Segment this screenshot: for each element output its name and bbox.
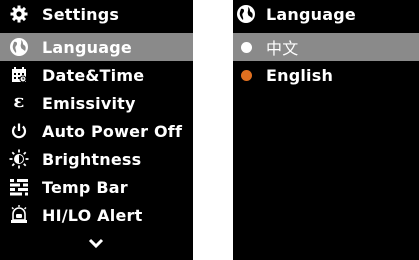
menu-item-date-time-label: Date&Time xyxy=(42,65,145,85)
globe-icon xyxy=(8,33,30,61)
menu-item-auto-power-off-label: Auto Power Off xyxy=(42,121,183,141)
menu-item-date-time[interactable]: Date&Time xyxy=(0,61,193,89)
chevron-down-icon[interactable] xyxy=(85,232,107,254)
menu-item-temp-bar[interactable]: Temp Bar xyxy=(0,173,193,201)
menu-item-language-label: Language xyxy=(42,37,132,57)
settings-title: Settings xyxy=(42,4,120,24)
language-option-chinese[interactable]: 中文 xyxy=(233,33,419,61)
menu-item-temp-bar-label: Temp Bar xyxy=(42,177,128,197)
menu-item-hi-lo-alert[interactable]: HI/LO Alert xyxy=(0,201,193,229)
unselected-dot-icon xyxy=(235,61,257,89)
language-title-row: Language xyxy=(233,0,419,28)
menu-item-hi-lo-alert-label: HI/LO Alert xyxy=(42,205,143,225)
language-option-english-label: English xyxy=(266,65,334,85)
menu-item-brightness-label: Brightness xyxy=(42,149,142,169)
menu-item-brightness[interactable]: Brightness xyxy=(0,145,193,173)
menu-item-auto-power-off[interactable]: Auto Power Off xyxy=(0,117,193,145)
calendar-icon xyxy=(8,61,30,89)
alarm-bell-icon xyxy=(8,201,30,229)
menu-item-emissivity-label: Emissivity xyxy=(42,93,136,113)
menu-item-emissivity[interactable]: ε Emissivity xyxy=(0,89,193,117)
brightness-icon xyxy=(8,145,30,173)
emissivity-icon: ε xyxy=(13,91,25,112)
language-option-chinese-label: 中文 xyxy=(266,39,299,58)
menu-item-language[interactable]: Language xyxy=(0,33,193,61)
language-title: Language xyxy=(266,4,356,24)
gear-icon xyxy=(8,0,30,28)
selected-dot-icon xyxy=(235,33,257,61)
settings-screen: Settings Language Date&Time ε Emissivity… xyxy=(0,0,193,260)
settings-title-row: Settings xyxy=(0,0,193,28)
language-screen: Language 中文 English xyxy=(233,0,419,260)
temp-bar-icon xyxy=(8,173,30,201)
language-option-english[interactable]: English xyxy=(233,61,419,89)
power-icon xyxy=(8,117,30,145)
globe-icon xyxy=(235,0,257,28)
